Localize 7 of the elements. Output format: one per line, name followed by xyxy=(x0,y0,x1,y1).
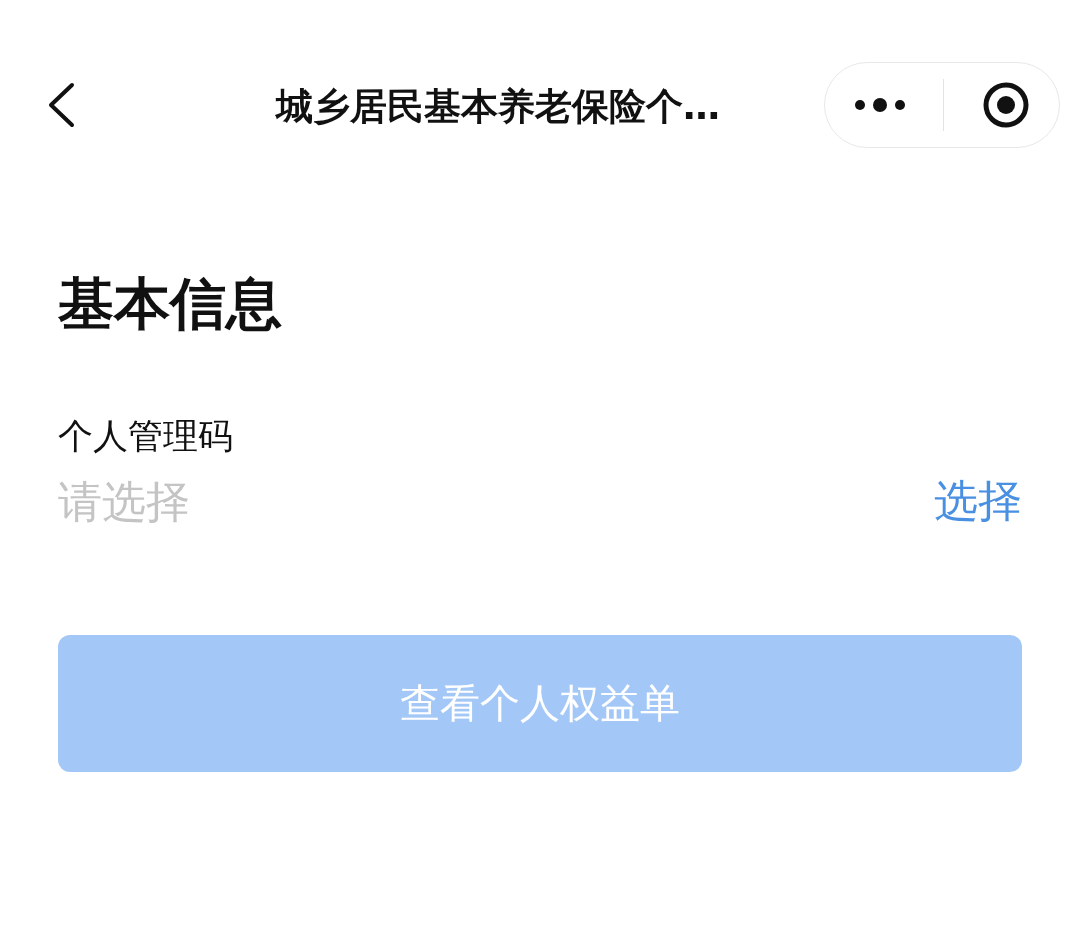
field-label: 个人管理码 xyxy=(58,415,233,459)
section-heading: 基本信息 xyxy=(58,270,282,338)
select-link[interactable]: 选择 xyxy=(934,472,1022,532)
more-icon[interactable] xyxy=(853,97,906,113)
back-icon[interactable] xyxy=(46,82,76,128)
page-title: 城乡居民基本养老保险个… xyxy=(274,84,721,130)
select-field[interactable]: 请选择 xyxy=(58,476,458,528)
